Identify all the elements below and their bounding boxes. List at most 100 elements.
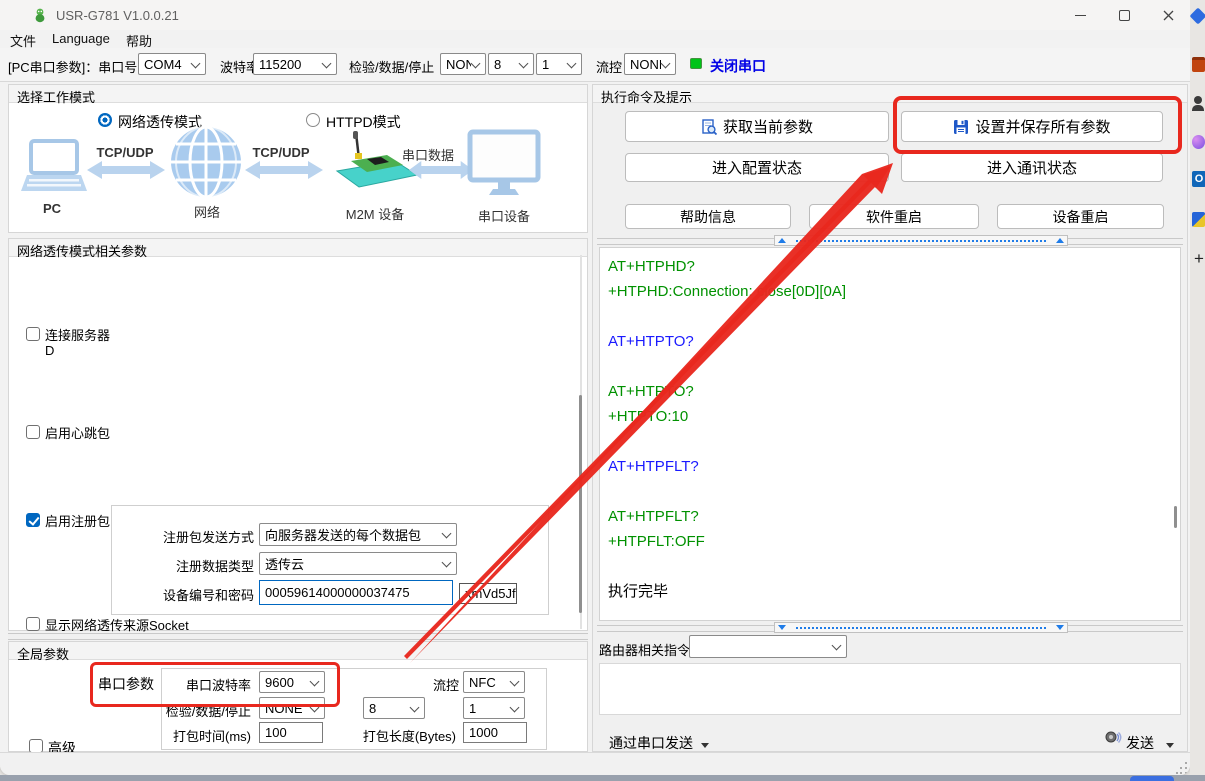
baud-select[interactable]: 115200: [253, 53, 337, 75]
maximize-icon: [1119, 10, 1130, 21]
title-bar: USR-G781 V1.0.0.21: [0, 0, 1190, 30]
splitter-dots: [796, 627, 1046, 629]
link-net-m2m-label: TCP/UDP: [249, 145, 313, 160]
get-params-button[interactable]: 获取当前参数: [625, 111, 889, 142]
taskbar-active-app[interactable]: [1130, 776, 1174, 781]
soft-restart-button[interactable]: 软件重启: [809, 204, 979, 229]
log-line: [600, 354, 1180, 379]
maximize-button[interactable]: [1102, 0, 1146, 30]
desktop-icon-toolbox[interactable]: [1192, 57, 1205, 72]
device-id-input[interactable]: 00059614000000037475: [259, 580, 453, 605]
left-splitter[interactable]: [8, 633, 588, 640]
flow-select[interactable]: NONE: [624, 53, 676, 75]
enter-comm-button[interactable]: 进入通讯状态: [901, 153, 1163, 182]
chevron-down-icon: [471, 59, 481, 69]
log-splitter-bottom-handle[interactable]: [774, 622, 1068, 633]
parity-label: 检验/数据/停止: [349, 57, 434, 76]
net-params-group: 网络透传模式相关参数 连接服务器 D 启用心跳包 启用注册包 注册包发送方式 向…: [8, 238, 588, 631]
show-socket-checkbox[interactable]: [26, 617, 40, 631]
pc-laptop-icon: [21, 139, 87, 199]
serial-device-label: 串口设备: [469, 206, 539, 225]
chevron-down-icon: [510, 677, 520, 687]
databits-select[interactable]: 8: [488, 53, 534, 75]
router-cmd-select[interactable]: [689, 635, 847, 658]
log-splitter-top-handle[interactable]: [774, 235, 1068, 246]
desktop-icon-contact[interactable]: [1192, 96, 1204, 112]
menu-language[interactable]: Language: [52, 31, 110, 46]
log-line: AT+HTPHD?: [600, 254, 1180, 279]
m2m-label: M2M 设备: [329, 204, 421, 223]
work-mode-group-header: 选择工作模式: [9, 85, 587, 103]
app-window: USR-G781 V1.0.0.21 文件 Language 帮助 [PC串口参…: [0, 0, 1190, 775]
log-line: +HTPTO:10: [600, 404, 1180, 429]
advanced-checkbox[interactable]: [29, 739, 43, 753]
log-line: AT+HTPTO?: [600, 379, 1180, 404]
packtime-input[interactable]: 100: [259, 722, 323, 743]
device-password-input[interactable]: xmVd5Jf(: [459, 583, 517, 604]
stopbits-select[interactable]: 1: [536, 53, 582, 75]
double-arrow-icon: [409, 159, 473, 181]
gp-flow-select[interactable]: NFC: [463, 671, 525, 693]
pc-serial-label: [PC串口参数]：串口号: [8, 57, 137, 76]
chevron-down-icon: [567, 59, 577, 69]
router-cmd-label: 路由器相关指令: [599, 640, 690, 659]
global-params-title: 全局参数: [17, 644, 69, 663]
radio-httpd-mode[interactable]: [306, 113, 320, 127]
at-command-log[interactable]: AT+HTPHD? +HTPHD:Connection: close[0D][0…: [599, 247, 1181, 621]
global-params-group-header: 全局参数: [9, 642, 587, 660]
work-mode-group: 选择工作模式 网络透传模式 HTTPD模式 PC TCP/UDP 网络 TCP/…: [8, 84, 588, 233]
gp-stopbits-select[interactable]: 1: [463, 697, 525, 719]
heartbeat-checkbox[interactable]: [26, 425, 40, 439]
net-params-title: 网络透传模式相关参数: [17, 241, 147, 260]
double-arrow-icon: [245, 159, 323, 181]
enter-config-button[interactable]: 进入配置状态: [625, 153, 889, 182]
minimize-button[interactable]: [1058, 0, 1102, 30]
radio-transparent-mode[interactable]: [98, 113, 112, 127]
send-text-input[interactable]: [599, 663, 1181, 715]
triangle-up-icon: [1056, 238, 1064, 243]
net-params-scrollbar-thumb[interactable]: [579, 395, 582, 613]
log-line: 执行完毕: [600, 579, 1180, 604]
desktop-icon-flag[interactable]: [1192, 212, 1205, 227]
set-save-params-button[interactable]: 设置并保存所有参数: [901, 111, 1163, 142]
help-info-button[interactable]: 帮助信息: [625, 204, 791, 229]
chevron-down-icon: [310, 703, 320, 713]
log-scrollbar-thumb[interactable]: [1174, 506, 1177, 528]
caret-down-icon: [1166, 743, 1174, 748]
connect-server-checkbox[interactable]: [26, 327, 40, 341]
chevron-down-icon: [442, 558, 452, 568]
speaker-icon: [1104, 729, 1122, 747]
close-button[interactable]: [1146, 0, 1190, 30]
reg-send-select[interactable]: 向服务器发送的每个数据包: [259, 523, 457, 546]
com-port-select[interactable]: COM4: [138, 53, 206, 75]
close-port-link[interactable]: 关闭串口: [710, 56, 766, 76]
resize-grip[interactable]: [1176, 762, 1188, 774]
gp-baud-select[interactable]: 9600: [259, 671, 325, 693]
device-restart-button[interactable]: 设备重启: [997, 204, 1164, 229]
network-globe-icon: [169, 125, 243, 199]
send-button[interactable]: 发送: [1126, 733, 1174, 753]
caret-down-icon: [701, 743, 709, 748]
gp-databits-select[interactable]: 8: [363, 697, 425, 719]
reg-type-select[interactable]: 透传云: [259, 552, 457, 575]
chevron-down-icon: [442, 529, 452, 539]
gp-parity-select[interactable]: NONE: [259, 697, 325, 719]
packlen-input[interactable]: 1000: [463, 722, 527, 743]
regpack-checkbox[interactable]: [26, 513, 40, 527]
status-bar: [0, 752, 1190, 775]
port-status-led-icon: [690, 58, 702, 69]
reg-type-label: 注册数据类型: [129, 556, 254, 575]
chevron-down-icon: [519, 59, 529, 69]
log-line: [600, 479, 1180, 504]
desktop-icon-plus[interactable]: +: [1192, 250, 1205, 268]
gp-parity-label: 检验/数据/停止: [156, 701, 251, 720]
parity-select[interactable]: NONI: [440, 53, 486, 75]
desktop-icon-copilot[interactable]: [1192, 135, 1205, 149]
log-line: AT+HTPFLT?: [600, 454, 1180, 479]
global-params-group: 全局参数 串口参数 串口波特率 9600 流控 NFC 检验/数据/停止 NON…: [8, 641, 588, 752]
send-via-serial-dropdown[interactable]: 通过串口发送: [609, 733, 709, 753]
desktop-icon-outlook[interactable]: O: [1192, 171, 1205, 187]
desktop-icon-blue-diamond[interactable]: [1190, 8, 1205, 25]
chevron-down-icon: [510, 703, 520, 713]
log-line: [600, 304, 1180, 329]
